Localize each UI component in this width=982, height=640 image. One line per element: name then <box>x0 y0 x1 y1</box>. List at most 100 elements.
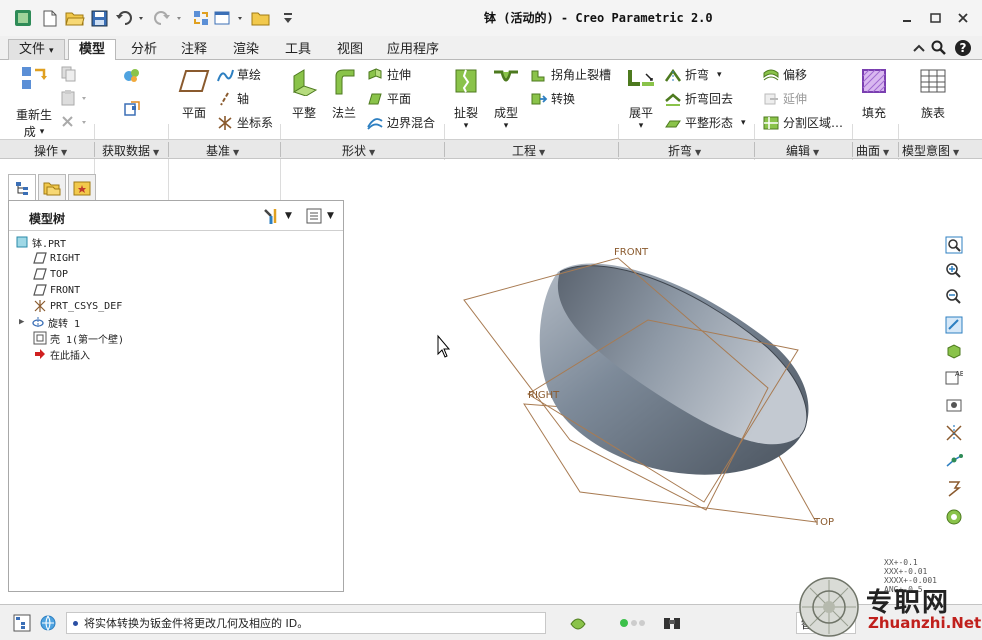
restore-icon[interactable] <box>924 8 946 28</box>
planar-button[interactable]: 平面 <box>366 90 411 107</box>
undo-icon[interactable] <box>114 8 148 28</box>
group-datum[interactable]: 基准 ▼ <box>206 142 239 159</box>
right-datum-label[interactable]: RIGHT <box>528 390 560 401</box>
tree-item-shell[interactable]: 壳 1(第一个壁) <box>33 331 124 346</box>
minimize-icon[interactable] <box>896 8 918 28</box>
fill-button[interactable]: 填充 <box>856 66 892 121</box>
csys-display-button[interactable] <box>941 478 967 500</box>
new-file-icon[interactable] <box>40 8 60 28</box>
tree-settings-button[interactable]: ▼ <box>261 207 292 225</box>
tree-item-front[interactable]: FRONT <box>33 283 80 297</box>
corner-relief-button[interactable]: 拐角止裂槽 <box>530 66 611 83</box>
boundary-blend-button[interactable]: 边界混合 <box>366 114 435 131</box>
app-logo-icon[interactable] <box>12 8 34 28</box>
tree-item-right[interactable]: RIGHT <box>33 251 80 265</box>
status-message: 将实体转换为钣金件将更改几何及相应的 ID。 <box>84 617 309 630</box>
group-editing[interactable]: 编辑 ▼ <box>786 142 819 159</box>
tree-item-insert-here[interactable]: 在此插入 <box>33 347 90 362</box>
display-style-button[interactable] <box>941 340 967 362</box>
bowl-model[interactable] <box>539 263 809 475</box>
convert-button[interactable]: 转换 <box>530 90 575 107</box>
tab-file[interactable]: 文件 ▾ <box>8 39 65 60</box>
redo-icon[interactable] <box>152 8 186 28</box>
tree-item-part[interactable]: 钵.PRT <box>15 235 66 250</box>
tab-analysis[interactable]: 分析 <box>120 39 168 60</box>
regenerate-icon[interactable] <box>190 8 212 28</box>
tab-tools[interactable]: 工具 <box>274 39 322 60</box>
find-button[interactable] <box>660 612 684 634</box>
paste-button[interactable] <box>60 90 90 106</box>
tab-render[interactable]: 渲染 <box>222 39 270 60</box>
save-icon[interactable] <box>88 8 110 28</box>
unbend-button[interactable]: 展平 ▾ <box>622 66 660 131</box>
group-surfaces[interactable]: 曲面 ▼ <box>856 142 889 159</box>
tree-show-button[interactable]: ▼ <box>305 207 334 225</box>
toggle-navigator-button[interactable] <box>10 612 34 634</box>
folder-icon[interactable] <box>250 8 272 28</box>
split-area-button[interactable]: 分割区域… <box>762 114 843 131</box>
group-engineering[interactable]: 工程 ▼ <box>512 142 545 159</box>
tree-item-revolve[interactable]: ▶ 旋转 1 <box>19 315 80 330</box>
datum-plane-button[interactable]: 平面 <box>174 68 214 121</box>
group-operations[interactable]: 操作 ▼ <box>34 142 67 159</box>
regenerate-button[interactable]: 重新生 成 ▾ <box>14 64 54 140</box>
zoom-in-button[interactable] <box>941 260 967 282</box>
help-icon[interactable]: ? <box>952 38 974 58</box>
family-table-button[interactable]: 族表 <box>912 66 954 121</box>
collapse-ribbon-icon[interactable] <box>908 38 930 58</box>
csys-button[interactable]: 坐标系 <box>216 114 273 131</box>
tab-favorites[interactable] <box>68 174 96 200</box>
chevron-down-icon[interactable]: ▾ <box>40 127 45 137</box>
flange-button[interactable]: 法兰 <box>326 66 362 121</box>
extend-button[interactable]: 延伸 <box>762 90 807 107</box>
toggle-browser-button[interactable] <box>36 612 60 634</box>
model-viewport[interactable]: FRONT RIGHT TOP <box>348 160 982 604</box>
tree-item-csys[interactable]: PRT_CSYS_DEF <box>33 299 122 313</box>
front-datum-label[interactable]: FRONT <box>614 247 649 258</box>
copy-button[interactable] <box>60 66 78 82</box>
group-get-data[interactable]: 获取数据 ▼ <box>102 142 159 159</box>
rip-button[interactable]: 扯裂 ▾ <box>448 66 484 131</box>
zoom-out-button[interactable] <box>941 286 967 308</box>
flat-pattern-button[interactable]: 平整形态 ▾ <box>664 114 746 131</box>
search-icon[interactable] <box>928 38 950 58</box>
group-model-intent[interactable]: 模型意图 ▼ <box>902 142 959 159</box>
offset-button[interactable]: 偏移 <box>762 66 807 83</box>
saved-orientations-button[interactable]: AB <box>941 366 967 388</box>
tab-model[interactable]: 模型 <box>68 39 117 61</box>
group-bends[interactable]: 折弯 ▼ <box>668 142 701 159</box>
flat-wall-button[interactable]: 平整 <box>286 66 322 121</box>
spin-center-button[interactable] <box>941 506 967 528</box>
expand-arrow-icon[interactable]: ▶ <box>19 317 31 327</box>
tab-view[interactable]: 视图 <box>326 39 374 60</box>
view-manager-button[interactable] <box>941 394 967 416</box>
tab-folder-browser[interactable] <box>38 174 66 200</box>
user-defined-feature-button[interactable] <box>122 66 142 84</box>
graphics-window[interactable]: FRONT RIGHT TOP XX+-0.1 XXX+-0.01 XXXX+-… <box>348 160 982 604</box>
extrude-button[interactable]: 拉伸 <box>366 66 411 83</box>
sketch-button[interactable]: 草绘 <box>216 66 261 83</box>
open-folder-icon[interactable] <box>64 8 86 28</box>
refit-button[interactable] <box>941 234 967 256</box>
repaint-button[interactable] <box>941 314 967 336</box>
bend-button[interactable]: 折弯 ▾ <box>664 66 722 83</box>
group-shapes[interactable]: 形状 ▼ <box>342 142 375 159</box>
customize-icon[interactable] <box>280 8 296 28</box>
tab-applications[interactable]: 应用程序 <box>376 39 450 60</box>
tab-model-tree[interactable] <box>8 174 36 201</box>
axis-button[interactable]: 轴 <box>216 90 249 107</box>
tab-annotate[interactable]: 注释 <box>170 39 218 60</box>
datum-display-button[interactable] <box>941 422 967 444</box>
form-button[interactable]: 成型 ▾ <box>488 66 524 131</box>
window-icon[interactable] <box>214 8 246 28</box>
regen-status-button[interactable] <box>566 612 590 634</box>
tree-item-top[interactable]: TOP <box>33 267 68 281</box>
close-icon[interactable] <box>952 8 974 28</box>
extend-label: 延伸 <box>783 92 808 106</box>
bend-back-icon <box>665 92 681 106</box>
copy-geometry-button[interactable] <box>122 100 142 118</box>
delete-button[interactable] <box>60 114 90 130</box>
top-datum-label[interactable]: TOP <box>813 517 834 528</box>
bend-back-button[interactable]: 折弯回去 <box>664 90 733 107</box>
point-display-button[interactable] <box>941 450 967 472</box>
